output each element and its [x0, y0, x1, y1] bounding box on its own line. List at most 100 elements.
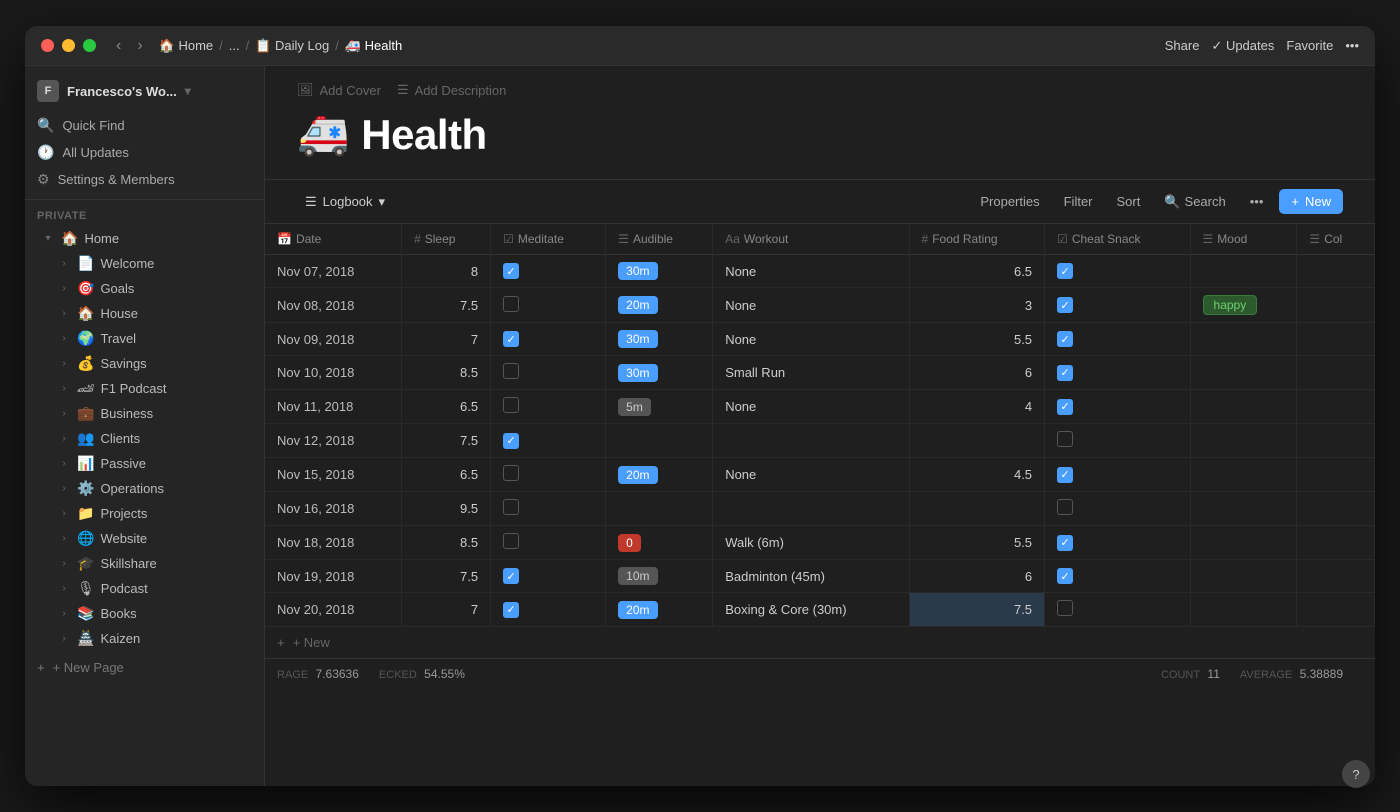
- maximize-button[interactable]: [83, 39, 96, 52]
- quick-find-button[interactable]: 🔍 Quick Find: [25, 112, 264, 139]
- col-sleep[interactable]: #Sleep: [402, 224, 491, 255]
- add-new-row[interactable]: + + New: [265, 627, 1375, 658]
- cell-cheat-snack[interactable]: ✓: [1045, 560, 1190, 593]
- cell-cheat-snack[interactable]: ✓: [1045, 526, 1190, 560]
- sidebar-item-goals[interactable]: › 🎯 Goals: [29, 276, 260, 301]
- breadcrumb-daily-log[interactable]: 📋 Daily Log: [255, 38, 329, 54]
- workspace-button[interactable]: F Francesco's Wo... ▾: [25, 74, 264, 108]
- col-date[interactable]: 📅Date: [265, 224, 402, 255]
- more-button[interactable]: •••: [1345, 38, 1359, 53]
- cell-meditate[interactable]: [491, 288, 606, 323]
- col-workout[interactable]: AaWorkout: [713, 224, 909, 255]
- cell-cheat-snack[interactable]: ✓: [1045, 323, 1190, 356]
- updates-button[interactable]: ✓ Updates: [1211, 38, 1274, 54]
- new-page-button[interactable]: + + New Page: [25, 655, 264, 680]
- sidebar-item-website[interactable]: › 🌐 Website: [29, 526, 260, 551]
- table-row[interactable]: Nov 20, 20187✓20mBoxing & Core (30m)7.5: [265, 593, 1375, 627]
- add-description-button[interactable]: ☰ Add Description: [397, 82, 506, 98]
- col-mood[interactable]: ☰Mood: [1190, 224, 1297, 255]
- logbook-view-button[interactable]: ☰ Logbook ▾: [297, 190, 393, 214]
- col-meditate[interactable]: ☑Meditate: [491, 224, 606, 255]
- table-row[interactable]: Nov 10, 20188.530mSmall Run6✓: [265, 356, 1375, 390]
- chevron-right-icon: ›: [57, 607, 71, 621]
- cell-cheat-snack[interactable]: [1045, 593, 1190, 627]
- sidebar-item-skillshare[interactable]: › 🎓 Skillshare: [29, 551, 260, 576]
- table-row[interactable]: Nov 08, 20187.520mNone3✓happy: [265, 288, 1375, 323]
- cell-cheat-snack[interactable]: ✓: [1045, 458, 1190, 492]
- cell-cheat-snack[interactable]: [1045, 492, 1190, 526]
- sidebar-item-podcast[interactable]: › 🎙 Podcast: [29, 576, 260, 601]
- sidebar-item-travel[interactable]: › 🌍 Travel: [29, 326, 260, 351]
- table-row[interactable]: Nov 07, 20188✓30mNone6.5✓: [265, 255, 1375, 288]
- sidebar-item-home[interactable]: ▾ 🏠 Home: [29, 226, 260, 251]
- search-button[interactable]: 🔍 Search: [1156, 190, 1233, 214]
- add-cover-button[interactable]: 🖼 Add Cover: [297, 82, 381, 98]
- travel-emoji: 🌍: [77, 330, 94, 347]
- cell-cheat-snack[interactable]: ✓: [1045, 390, 1190, 424]
- sort-button[interactable]: Sort: [1109, 190, 1149, 213]
- cell-cheat-snack[interactable]: ✓: [1045, 356, 1190, 390]
- settings-button[interactable]: ⚙ Settings & Members: [25, 166, 264, 193]
- goals-emoji: 🎯: [77, 280, 94, 297]
- sidebar-item-clients[interactable]: › 👥 Clients: [29, 426, 260, 451]
- sidebar-item-books[interactable]: › 📚 Books: [29, 601, 260, 626]
- table-row[interactable]: Nov 15, 20186.520mNone4.5✓: [265, 458, 1375, 492]
- col-food-rating[interactable]: #Food Rating: [909, 224, 1045, 255]
- cell-meditate[interactable]: [491, 526, 606, 560]
- sidebar-item-house[interactable]: › 🏠 House: [29, 301, 260, 326]
- table-row[interactable]: Nov 16, 20189.5: [265, 492, 1375, 526]
- cell-meditate[interactable]: ✓: [491, 560, 606, 593]
- titlebar-actions: Share ✓ Updates Favorite •••: [1165, 38, 1359, 54]
- skillshare-emoji: 🎓: [77, 555, 94, 572]
- more-options-button[interactable]: •••: [1242, 190, 1272, 213]
- cell-meditate[interactable]: [491, 390, 606, 424]
- cell-meditate[interactable]: ✓: [491, 255, 606, 288]
- sidebar-item-projects[interactable]: › 📁 Projects: [29, 501, 260, 526]
- table-row[interactable]: Nov 11, 20186.55mNone4✓: [265, 390, 1375, 424]
- cell-meditate[interactable]: [491, 458, 606, 492]
- sidebar-item-f1podcast[interactable]: › 🏎 F1 Podcast: [29, 376, 260, 401]
- sidebar-item-kaizen[interactable]: › 🏯 Kaizen: [29, 626, 260, 651]
- share-button[interactable]: Share: [1165, 38, 1200, 53]
- all-updates-button[interactable]: 🕐 All Updates: [25, 139, 264, 166]
- plus-icon: +: [37, 660, 45, 675]
- sidebar-skillshare-label: Skillshare: [100, 556, 248, 571]
- cell-meditate[interactable]: [491, 492, 606, 526]
- sidebar-item-business[interactable]: › 💼 Business: [29, 401, 260, 426]
- properties-button[interactable]: Properties: [972, 190, 1047, 213]
- col-cheat-snack[interactable]: ☑Cheat Snack: [1045, 224, 1190, 255]
- cell-audible: 30m: [606, 255, 713, 288]
- workspace-name: Francesco's Wo...: [67, 84, 177, 99]
- minimize-button[interactable]: [62, 39, 75, 52]
- col-audible[interactable]: ☰Audible: [606, 224, 713, 255]
- cell-cheat-snack[interactable]: ✓: [1045, 288, 1190, 323]
- table-row[interactable]: Nov 19, 20187.5✓10mBadminton (45m)6✓: [265, 560, 1375, 593]
- cell-meditate[interactable]: ✓: [491, 323, 606, 356]
- cell-meditate[interactable]: [491, 356, 606, 390]
- col-extra[interactable]: ☰Col: [1297, 224, 1375, 255]
- table-row[interactable]: Nov 09, 20187✓30mNone5.5✓: [265, 323, 1375, 356]
- cell-cheat-snack[interactable]: ✓: [1045, 255, 1190, 288]
- sidebar-books-label: Books: [100, 606, 248, 621]
- table-row[interactable]: Nov 18, 20188.50Walk (6m)5.5✓: [265, 526, 1375, 560]
- filter-button[interactable]: Filter: [1056, 190, 1101, 213]
- sidebar-item-welcome[interactable]: › 📄 Welcome: [29, 251, 260, 276]
- cell-cheat-snack[interactable]: [1045, 424, 1190, 458]
- forward-button[interactable]: ›: [133, 35, 146, 57]
- new-record-button[interactable]: + New: [1279, 189, 1343, 214]
- close-button[interactable]: [41, 39, 54, 52]
- sidebar-item-passive[interactable]: › 📊 Passive: [29, 451, 260, 476]
- help-button[interactable]: ?: [1342, 760, 1370, 788]
- table-row[interactable]: Nov 12, 20187.5✓: [265, 424, 1375, 458]
- back-button[interactable]: ‹: [112, 35, 125, 57]
- favorite-button[interactable]: Favorite: [1286, 38, 1333, 53]
- cell-meditate[interactable]: ✓: [491, 593, 606, 627]
- breadcrumb-ellipsis[interactable]: ...: [229, 38, 240, 53]
- breadcrumb-home[interactable]: 🏠 Home: [159, 38, 213, 54]
- sidebar-welcome-label: Welcome: [100, 256, 248, 271]
- audible-tag: 10m: [618, 567, 657, 585]
- audible-tag: 30m: [618, 262, 657, 280]
- sidebar-item-operations[interactable]: › ⚙️ Operations: [29, 476, 260, 501]
- cell-meditate[interactable]: ✓: [491, 424, 606, 458]
- sidebar-item-savings[interactable]: › 💰 Savings: [29, 351, 260, 376]
